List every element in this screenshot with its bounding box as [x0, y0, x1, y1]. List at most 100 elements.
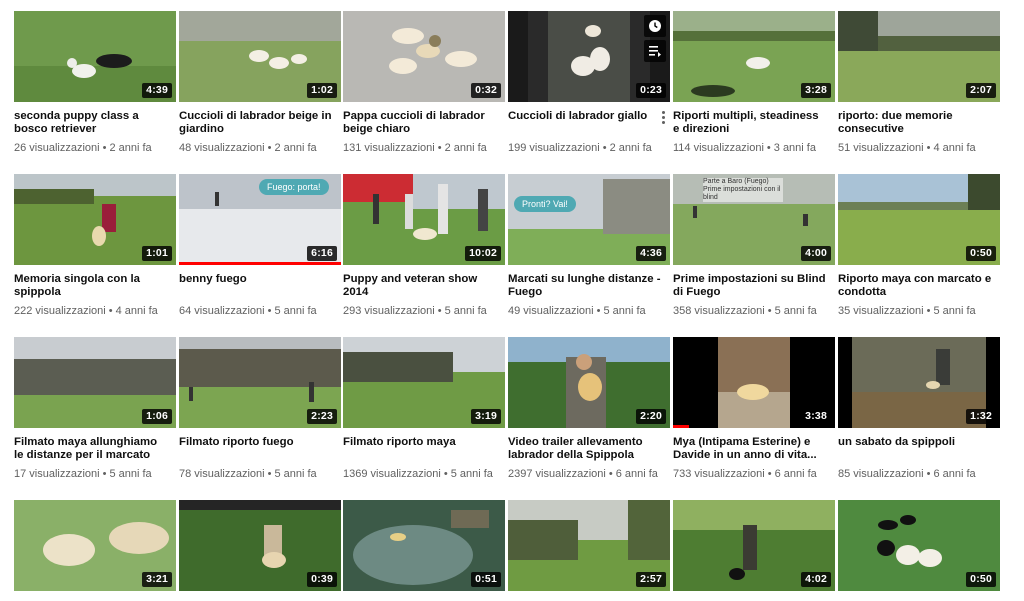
more-vert-icon[interactable] — [656, 107, 670, 127]
video-card[interactable]: 0:50 Riporto maya con marcato e condotta… — [838, 174, 1000, 318]
video-thumbnail[interactable]: 2:20 — [508, 337, 670, 428]
meta-separator: • — [766, 142, 771, 154]
video-title[interactable]: Cuccioli di labrador giallo — [508, 110, 670, 136]
video-title[interactable]: Pappa cuccioli di labrador beige chiaro — [343, 110, 505, 136]
view-count: 17 visualizzazioni — [14, 468, 100, 480]
video-card[interactable]: 4:39 seconda puppy class a bosco retriev… — [14, 11, 176, 155]
duration-badge: 6:16 — [307, 246, 337, 261]
video-thumbnail[interactable]: 1:06 — [14, 337, 176, 428]
view-count: 49 visualizzazioni — [508, 305, 594, 317]
video-thumbnail[interactable]: 0:39 — [179, 500, 341, 591]
video-card[interactable]: 1:01 Memoria singola con la spippola 222… — [14, 174, 176, 318]
video-thumbnail[interactable]: 0:51 — [343, 500, 505, 591]
video-thumbnail[interactable]: 3:21 — [14, 500, 176, 591]
video-card[interactable]: 4:02 — [673, 500, 835, 591]
meta-separator: • — [767, 468, 772, 480]
video-thumbnail[interactable]: 4:39 — [14, 11, 176, 102]
duration-badge: 3:38 — [801, 409, 831, 424]
video-title[interactable]: Cuccioli di labrador beige in giardino — [179, 110, 341, 136]
video-card[interactable]: 2:07 riporto: due memorie consecutive 51… — [838, 11, 1000, 155]
video-card[interactable]: Fuego: porta! 6:16 benny fuego 64 visual… — [179, 174, 341, 318]
video-title[interactable]: Riporto maya con marcato e condotta — [838, 273, 1000, 299]
video-thumbnail[interactable]: 0:23 — [508, 11, 670, 102]
duration-badge: 1:32 — [966, 409, 996, 424]
duration-badge: 0:23 — [636, 83, 666, 98]
video-title[interactable]: riporto: due memorie consecutive — [838, 110, 1000, 136]
meta-separator: • — [596, 305, 601, 317]
video-thumbnail[interactable]: Fuego: porta! 6:16 — [179, 174, 341, 265]
view-count: 114 visualizzazioni — [673, 142, 764, 154]
video-meta: 35 visualizzazioni • 5 anni fa — [838, 305, 1000, 318]
upload-age: 6 anni fa — [774, 468, 817, 480]
video-thumbnail[interactable]: 0:50 — [838, 174, 1000, 265]
video-thumbnail[interactable]: 0:50 — [838, 500, 1000, 591]
video-title[interactable]: seconda puppy class a bosco retriever — [14, 110, 176, 136]
video-thumbnail[interactable]: Parte a Baro (Fuego) Prime impostazioni … — [673, 174, 835, 265]
video-title[interactable]: un sabato da spippoli — [838, 436, 1000, 462]
meta-separator: • — [267, 305, 272, 317]
video-card[interactable]: 2:20 Video trailer allevamento labrador … — [508, 337, 670, 481]
view-count: 51 visualizzazioni — [838, 142, 924, 154]
video-title[interactable]: Filmato maya allunghiamo le distanze per… — [14, 436, 176, 462]
video-card[interactable]: 0:50 — [838, 500, 1000, 591]
video-card[interactable]: 3:28 Riporti multipli, steadiness e dire… — [673, 11, 835, 155]
video-title[interactable]: Prime impostazioni su Blind di Fuego — [673, 273, 835, 299]
video-card[interactable]: 2:57 — [508, 500, 670, 591]
video-title[interactable]: benny fuego — [179, 273, 341, 299]
video-meta: 85 visualizzazioni • 6 anni fa — [838, 468, 1000, 481]
video-title[interactable]: Filmato riporto maya — [343, 436, 505, 462]
video-title[interactable]: Riporti multipli, steadiness e direzioni — [673, 110, 835, 136]
video-card[interactable]: 0:32 Pappa cuccioli di labrador beige ch… — [343, 11, 505, 155]
upload-age: 5 anni fa — [603, 305, 646, 317]
video-meta: 114 visualizzazioni • 3 anni fa — [673, 142, 835, 155]
upload-age: 5 anni fa — [274, 305, 317, 317]
video-card[interactable]: 2:23 Filmato riporto fuego 78 visualizza… — [179, 337, 341, 481]
duration-badge: 2:07 — [966, 83, 996, 98]
video-card[interactable]: Pronti? Vai! 4:36 Marcati su lunghe dist… — [508, 174, 670, 318]
video-meta: 49 visualizzazioni • 5 anni fa — [508, 305, 670, 318]
video-thumbnail[interactable]: 3:28 — [673, 11, 835, 102]
duration-badge: 1:06 — [142, 409, 172, 424]
video-thumbnail[interactable]: 1:02 — [179, 11, 341, 102]
upload-age: 4 anni fa — [933, 142, 976, 154]
video-card[interactable]: Parte a Baro (Fuego) Prime impostazioni … — [673, 174, 835, 318]
duration-badge: 1:02 — [307, 83, 337, 98]
video-title[interactable]: Filmato riporto fuego — [179, 436, 341, 462]
video-thumbnail[interactable]: 2:57 — [508, 500, 670, 591]
video-thumbnail[interactable]: 3:19 — [343, 337, 505, 428]
clock-icon — [649, 20, 661, 32]
video-thumbnail[interactable]: 1:01 — [14, 174, 176, 265]
video-card[interactable]: 10:02 Puppy and veteran show 2014 293 vi… — [343, 174, 505, 318]
video-thumbnail[interactable]: 2:23 — [179, 337, 341, 428]
queue-icon — [649, 46, 661, 57]
video-thumbnail[interactable]: 10:02 — [343, 174, 505, 265]
video-card[interactable]: 1:06 Filmato maya allunghiamo le distanz… — [14, 337, 176, 481]
video-thumbnail[interactable]: 1:32 — [838, 337, 1000, 428]
add-to-queue-button[interactable] — [644, 40, 666, 62]
upload-age: 5 anni fa — [109, 468, 152, 480]
watch-later-button[interactable] — [644, 15, 666, 37]
video-thumbnail[interactable]: 3:38 — [673, 337, 835, 428]
video-title[interactable]: Marcati su lunghe distanze - Fuego — [508, 273, 670, 299]
video-title[interactable]: Video trailer allevamento labrador della… — [508, 436, 670, 462]
video-title[interactable]: Memoria singola con la spippola — [14, 273, 176, 299]
video-card[interactable]: 0:51 — [343, 500, 505, 591]
annotation-bubble: Fuego: porta! — [259, 179, 329, 195]
video-card[interactable]: 1:02 Cuccioli di labrador beige in giard… — [179, 11, 341, 155]
video-title[interactable]: Puppy and veteran show 2014 — [343, 273, 505, 299]
duration-badge: 4:36 — [636, 246, 666, 261]
video-card[interactable]: 0:39 — [179, 500, 341, 591]
video-card[interactable]: 3:38 Mya (Intipama Esterine) e Davide in… — [673, 337, 835, 481]
video-card[interactable]: 3:19 Filmato riporto maya 1369 visualizz… — [343, 337, 505, 481]
video-card[interactable]: 3:21 — [14, 500, 176, 591]
video-card[interactable]: 0:23 Cuccioli di labrador giallo 199 vis… — [508, 11, 670, 155]
video-thumbnail[interactable]: 4:02 — [673, 500, 835, 591]
video-card[interactable]: 1:32 un sabato da spippoli 85 visualizza… — [838, 337, 1000, 481]
video-thumbnail[interactable]: 2:07 — [838, 11, 1000, 102]
meta-separator: • — [267, 468, 272, 480]
video-thumbnail[interactable]: 0:32 — [343, 11, 505, 102]
upload-age: 2 anni fa — [109, 142, 152, 154]
video-thumbnail[interactable]: Pronti? Vai! 4:36 — [508, 174, 670, 265]
video-meta: 1369 visualizzazioni • 5 anni fa — [343, 468, 505, 481]
video-title[interactable]: Mya (Intipama Esterine) e Davide in un a… — [673, 436, 835, 462]
